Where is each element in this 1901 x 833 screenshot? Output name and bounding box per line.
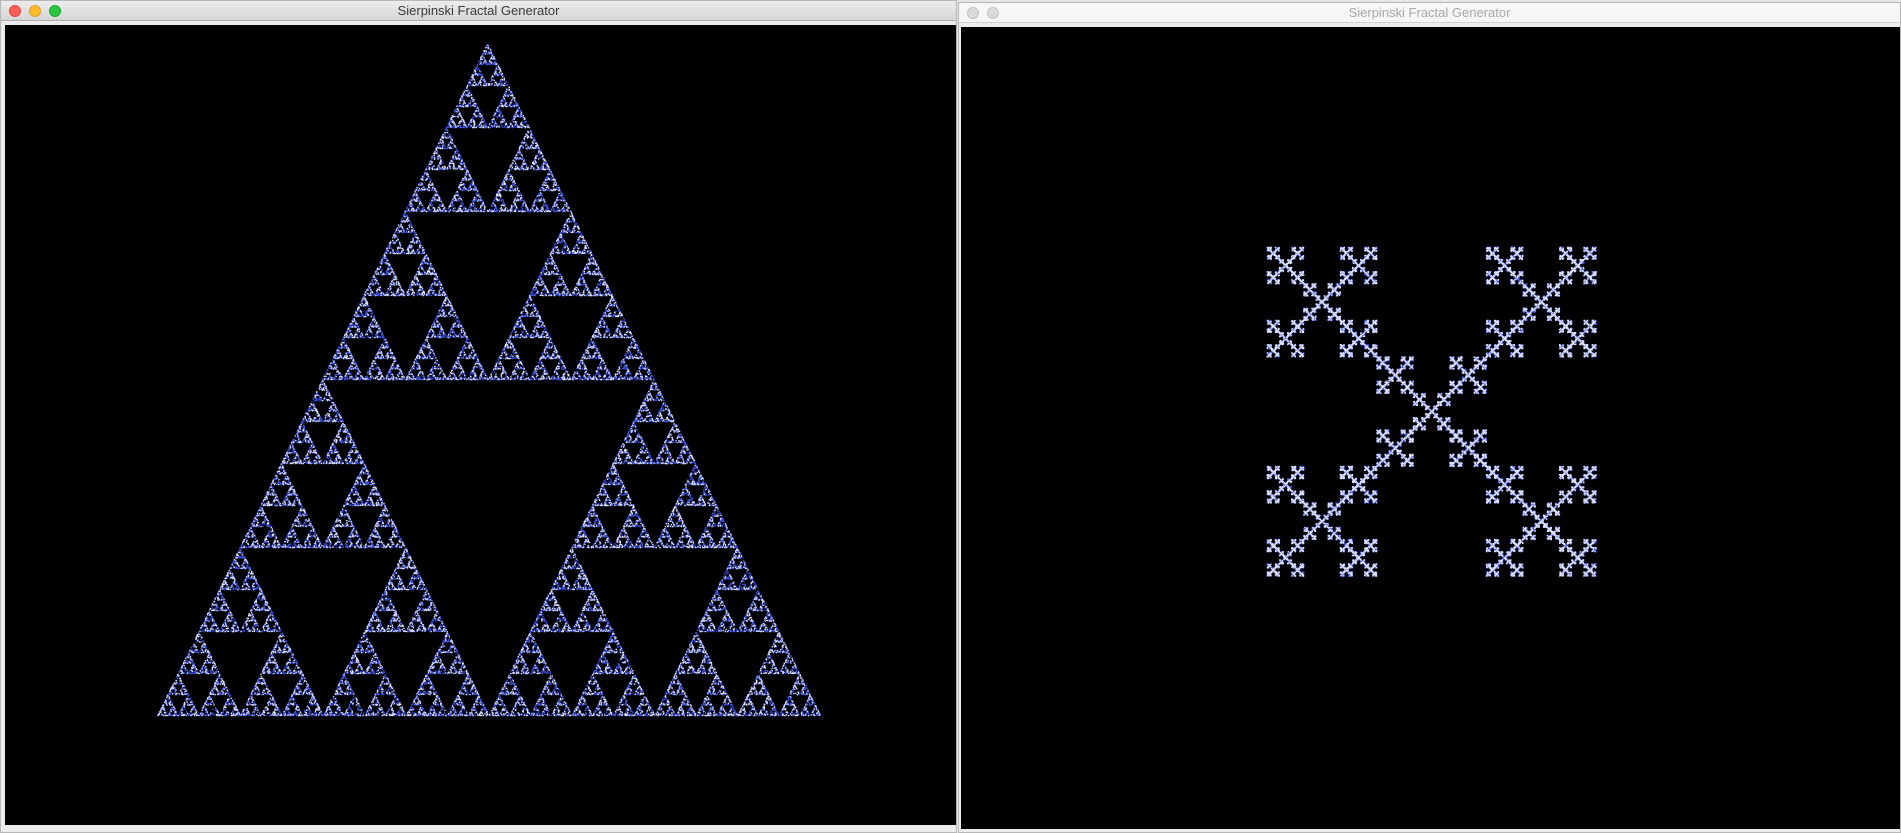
fractal-points-primary xyxy=(157,43,822,717)
fractal-points-secondary xyxy=(1266,246,1597,577)
sierpinski-triangle-plot xyxy=(157,43,822,717)
window-title: Sierpinski Fractal Generator xyxy=(1348,5,1511,20)
left-window-titlebar[interactable]: Sierpinski Fractal Generator xyxy=(1,1,956,21)
right-window: Sierpinski Fractal Generator xyxy=(958,2,1901,833)
fractal-points-secondary xyxy=(157,45,821,717)
window-title: Sierpinski Fractal Generator xyxy=(397,3,560,18)
fractal-canvas-cross[interactable] xyxy=(961,27,1900,829)
left-window: Sierpinski Fractal Generator xyxy=(0,0,957,833)
vicsek-fractal-plot xyxy=(1266,246,1597,577)
fractal-canvas-triangle[interactable] xyxy=(5,25,956,825)
right-window-titlebar[interactable]: Sierpinski Fractal Generator xyxy=(959,3,1900,23)
